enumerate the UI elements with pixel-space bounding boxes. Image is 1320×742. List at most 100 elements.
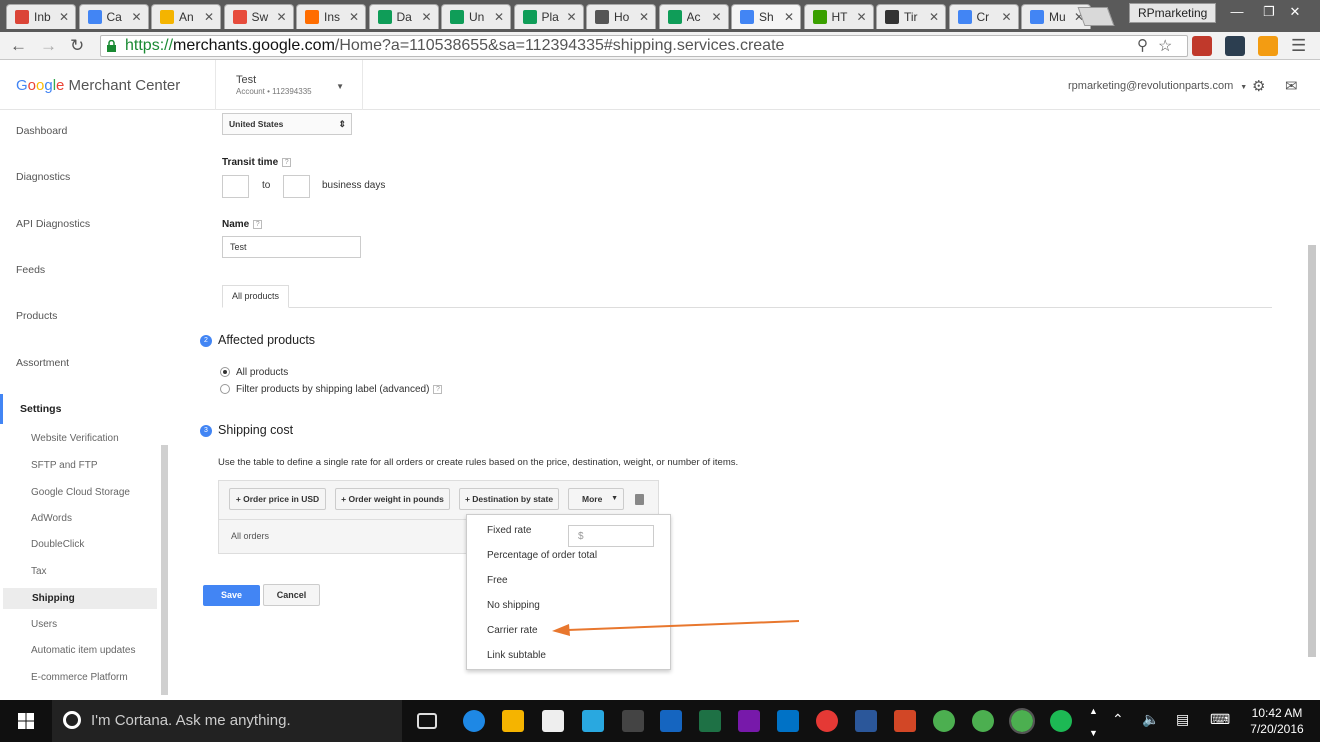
- browser-tab[interactable]: An ✕: [151, 4, 221, 29]
- edge-icon[interactable]: [463, 710, 485, 732]
- tab-close-icon[interactable]: ✕: [494, 10, 504, 24]
- sidebar-subitem-cloud-storage[interactable]: Google Cloud Storage: [31, 487, 130, 498]
- browser-tab[interactable]: Tir ✕: [876, 4, 946, 29]
- add-order-price-button[interactable]: + Order price in USD: [229, 488, 326, 510]
- menu-item-percentage[interactable]: Percentage of order total: [487, 550, 597, 561]
- cancel-button[interactable]: Cancel: [263, 584, 320, 606]
- menu-item-carrier-rate[interactable]: Carrier rate: [487, 625, 538, 636]
- sidebar-subitem-automatic-updates[interactable]: Automatic item updates: [31, 645, 136, 656]
- menu-item-free[interactable]: Free: [487, 575, 508, 586]
- tab-all-products[interactable]: All products: [222, 285, 289, 308]
- bookmark-star-icon[interactable]: ☆: [1158, 36, 1172, 56]
- sidebar-item-api-diagnostics[interactable]: API Diagnostics: [16, 218, 90, 230]
- sidebar-subitem-tax[interactable]: Tax: [31, 566, 47, 577]
- excel-icon[interactable]: [699, 710, 721, 732]
- sidebar-item-feeds[interactable]: Feeds: [16, 264, 45, 276]
- scroll-up-icon[interactable]: ▲: [1089, 706, 1098, 716]
- sidebar-item-dashboard[interactable]: Dashboard: [16, 125, 67, 137]
- file-explorer-icon[interactable]: [502, 710, 524, 732]
- sidebar-subitem-website-verification[interactable]: Website Verification: [31, 433, 119, 444]
- trash-icon[interactable]: [635, 494, 644, 505]
- tab-close-icon[interactable]: ✕: [1001, 10, 1011, 24]
- country-select[interactable]: United States ⇕: [222, 113, 352, 135]
- tab-close-icon[interactable]: ✕: [204, 10, 214, 24]
- browser-tab[interactable]: Un ✕: [441, 4, 511, 29]
- cloud-icon[interactable]: [816, 710, 838, 732]
- store-icon[interactable]: [542, 710, 564, 732]
- back-icon[interactable]: ←: [10, 36, 27, 56]
- browser-tab[interactable]: Sw ✕: [223, 4, 294, 29]
- reload-icon[interactable]: ↻: [70, 36, 84, 56]
- tab-close-icon[interactable]: ✕: [421, 10, 431, 24]
- menu-item-no-shipping[interactable]: No shipping: [487, 600, 540, 611]
- app-icon[interactable]: [660, 710, 682, 732]
- more-dropdown-button[interactable]: More ▼: [568, 488, 624, 510]
- radio-filter-products[interactable]: [220, 384, 230, 394]
- tab-close-icon[interactable]: ✕: [131, 10, 141, 24]
- show-hidden-icons[interactable]: ⌃: [1112, 711, 1124, 728]
- sidebar-subitem-adwords[interactable]: AdWords: [31, 513, 72, 524]
- browser-tab[interactable]: Ins ✕: [296, 4, 366, 29]
- browser-tab[interactable]: HT ✕: [803, 4, 874, 29]
- scroll-down-icon[interactable]: ▼: [1089, 728, 1098, 738]
- zoom-icon[interactable]: ⚲: [1137, 36, 1148, 54]
- extension-analytics-icon[interactable]: [1258, 36, 1278, 56]
- outlook-icon[interactable]: [777, 710, 799, 732]
- tab-close-icon[interactable]: ✕: [929, 10, 939, 24]
- transit-max-input[interactable]: [283, 175, 310, 198]
- app-icon[interactable]: [622, 710, 644, 732]
- add-order-weight-button[interactable]: + Order weight in pounds: [335, 488, 450, 510]
- add-destination-button[interactable]: + Destination by state: [459, 488, 559, 510]
- help-icon[interactable]: ?: [433, 384, 443, 394]
- save-button[interactable]: Save: [203, 585, 260, 606]
- cortana-search-box[interactable]: I'm Cortana. Ask me anything.: [52, 700, 402, 742]
- sidebar-item-assortment[interactable]: Assortment: [16, 357, 69, 369]
- onenote-icon[interactable]: [738, 710, 760, 732]
- browser-tab[interactable]: Ac ✕: [658, 4, 729, 29]
- sidebar-subitem-doubleclick[interactable]: DoubleClick: [31, 539, 84, 550]
- browser-tab[interactable]: Sh ✕: [731, 4, 801, 29]
- help-icon[interactable]: ?: [282, 157, 292, 167]
- account-switcher[interactable]: Test Account • 112394335 ▼: [215, 60, 363, 110]
- powerpoint-icon[interactable]: [894, 710, 916, 732]
- tab-close-icon[interactable]: ✕: [639, 10, 649, 24]
- sidebar-subitem-users[interactable]: Users: [31, 619, 57, 630]
- sidebar-item-diagnostics[interactable]: Diagnostics: [16, 171, 70, 183]
- tab-close-icon[interactable]: ✕: [59, 10, 69, 24]
- chrome-icon[interactable]: [1009, 708, 1035, 734]
- merchant-center-logo[interactable]: Google Merchant Center: [16, 77, 180, 94]
- browser-tab[interactable]: Da ✕: [368, 4, 439, 29]
- transit-min-input[interactable]: [222, 175, 249, 198]
- windows-start-icon[interactable]: [18, 713, 34, 729]
- help-icon[interactable]: ?: [253, 219, 263, 229]
- tab-close-icon[interactable]: ✕: [349, 10, 359, 24]
- mail-icon[interactable]: ✉: [1285, 77, 1298, 95]
- tab-close-icon[interactable]: ✕: [711, 10, 721, 24]
- word-icon[interactable]: [855, 710, 877, 732]
- sidebar-scrollbar[interactable]: [161, 445, 168, 695]
- browser-tab[interactable]: Ca ✕: [78, 4, 149, 29]
- sidebar-item-settings[interactable]: Settings: [0, 394, 170, 424]
- radio-all-products[interactable]: [220, 367, 230, 377]
- keyboard-icon[interactable]: ⌨: [1210, 711, 1230, 728]
- page-scrollbar[interactable]: [1308, 245, 1316, 657]
- tab-close-icon[interactable]: ✕: [566, 10, 576, 24]
- browser-tab[interactable]: Inb ✕: [6, 4, 76, 29]
- address-bar[interactable]: https://merchants.google.com/Home?a=1105…: [100, 35, 1188, 57]
- name-input[interactable]: Test: [222, 236, 361, 258]
- sidebar-subitem-shipping[interactable]: Shipping: [3, 588, 157, 609]
- task-view-icon[interactable]: [417, 713, 437, 729]
- extension-on-icon[interactable]: [1192, 36, 1212, 56]
- profile-button[interactable]: RPmarketing: [1129, 3, 1217, 23]
- menu-item-fixed-rate[interactable]: Fixed rate: [487, 525, 531, 536]
- messaging-icon[interactable]: [582, 710, 604, 732]
- user-email-menu[interactable]: rpmarketing@revolutionparts.com ▼: [1068, 80, 1247, 92]
- close-window-icon[interactable]: ✕: [1280, 2, 1310, 22]
- price-input[interactable]: $: [568, 525, 654, 547]
- volume-icon[interactable]: 🔈: [1142, 711, 1159, 728]
- menu-item-link-subtable[interactable]: Link subtable: [487, 650, 546, 661]
- chrome-icon[interactable]: [972, 710, 994, 732]
- sidebar-item-products[interactable]: Products: [16, 310, 57, 322]
- browser-tab[interactable]: Cr ✕: [948, 4, 1019, 29]
- browser-tab[interactable]: Ho ✕: [586, 4, 656, 29]
